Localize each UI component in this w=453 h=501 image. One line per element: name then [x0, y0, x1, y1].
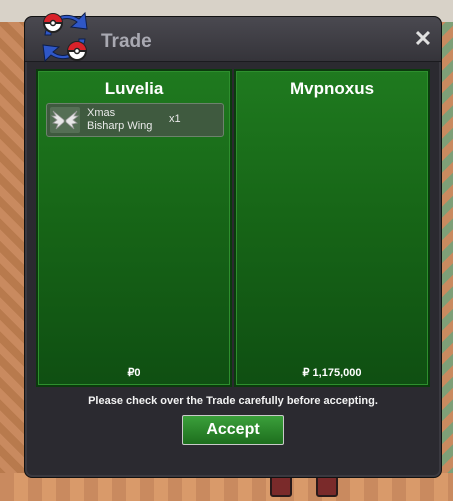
window-title: Trade — [101, 31, 152, 52]
item-name: Xmas Bisharp Wing — [87, 107, 153, 132]
accept-button[interactable]: Accept — [182, 415, 284, 445]
trade-window: Trade ✕ Luvelia Xmas Bisharp Wing x1 ₽0 … — [24, 11, 442, 478]
player-name-right: Mvpnoxus — [289, 79, 375, 98]
trade-notice: Please check over the Trade carefully be… — [88, 395, 378, 407]
money-right: ₽ 1,175,000 — [302, 367, 362, 379]
titlebar: Trade ✕ — [25, 11, 441, 63]
wing-icon — [50, 107, 80, 133]
trade-panel-right: Mvpnoxus ₽ 1,175,000 — [234, 69, 430, 387]
close-icon: ✕ — [413, 26, 433, 51]
money-left: ₽0 — [127, 367, 141, 379]
trade-pokeball-icon — [42, 11, 88, 63]
item-quantity: x1 — [169, 113, 181, 125]
trade-panel-left: Luvelia Xmas Bisharp Wing x1 ₽0 — [36, 69, 232, 387]
player-name-left: Luvelia — [104, 79, 164, 98]
trade-item-slot[interactable]: Xmas Bisharp Wing x1 — [46, 103, 224, 137]
close-button[interactable]: ✕ — [413, 26, 433, 51]
